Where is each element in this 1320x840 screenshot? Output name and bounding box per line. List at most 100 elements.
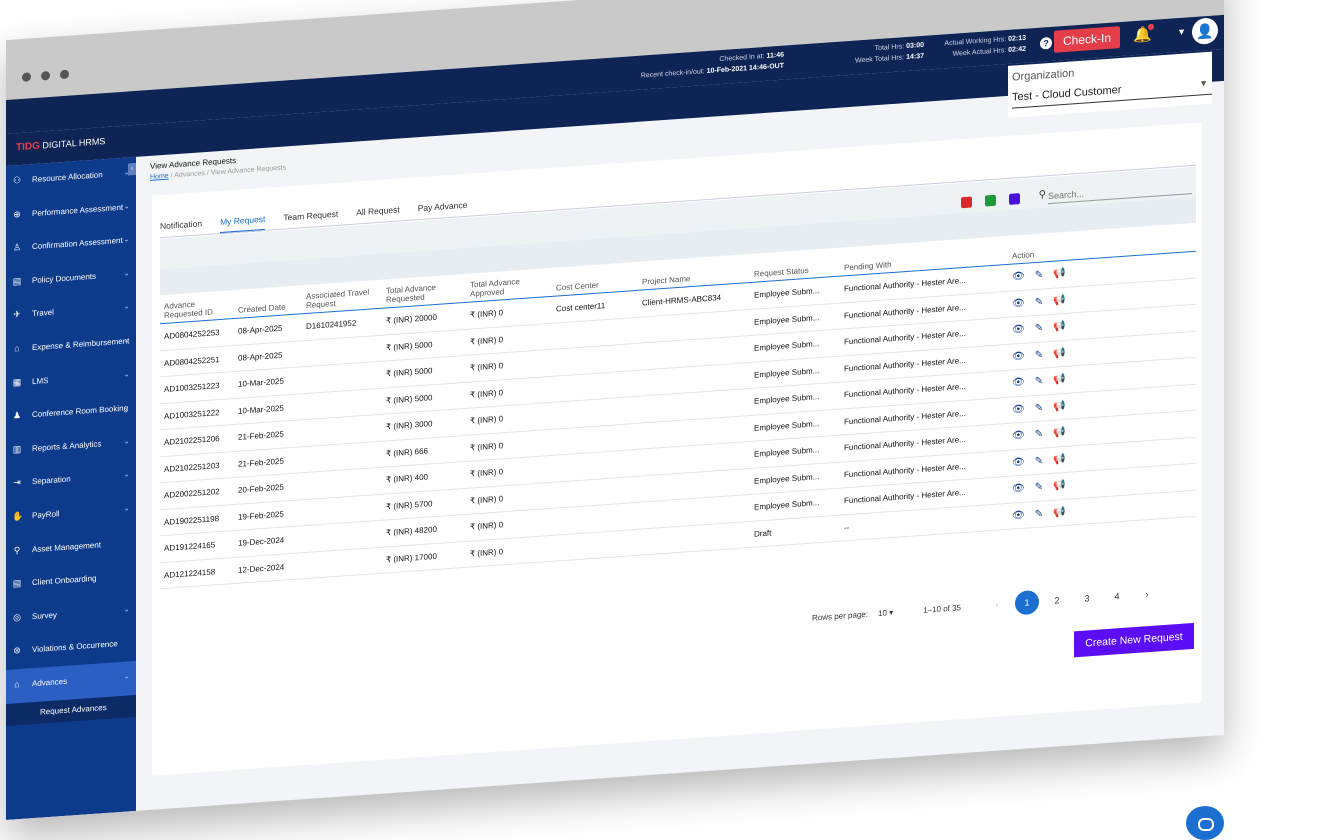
breadcrumb-advances[interactable]: Advances xyxy=(174,170,205,179)
announce-icon[interactable]: 📢 xyxy=(1053,268,1065,280)
edit-icon[interactable]: ✎ xyxy=(1035,455,1043,467)
avatar[interactable]: 👤 xyxy=(1192,17,1218,46)
window-dot[interactable] xyxy=(60,69,69,80)
edit-icon[interactable]: ✎ xyxy=(1035,349,1043,361)
chat-bubble-icon xyxy=(1198,818,1214,831)
prev-page-icon[interactable]: ‹ xyxy=(985,592,1009,618)
actual-hours-info: Actual Working Hrs: 02:13 Week Actual Hr… xyxy=(944,33,1026,61)
browser-window: Checked In at: 11:46 Recent check-in/out… xyxy=(6,0,1224,820)
next-page-icon[interactable]: › xyxy=(1135,581,1159,607)
view-icon[interactable]: 👁 xyxy=(1012,510,1025,522)
reports-icon: ▥ xyxy=(12,443,22,455)
page-range: 1–10 of 35 xyxy=(923,602,961,615)
chevron-down-icon: ⌄ xyxy=(123,503,130,513)
chevron-down-icon: ⌄ xyxy=(123,469,130,480)
announce-icon[interactable]: 📢 xyxy=(1053,374,1065,386)
window-dot[interactable] xyxy=(22,72,31,82)
chat-icon[interactable] xyxy=(1186,806,1224,840)
search-icon: ⚲ xyxy=(1038,189,1046,201)
view-icon[interactable]: 👁 xyxy=(1012,298,1025,310)
create-new-request-button[interactable]: Create New Request xyxy=(1074,622,1194,658)
chevron-down-icon: ▾ xyxy=(889,607,894,617)
client-icon: ▤ xyxy=(12,578,22,589)
sidebar: ⚇ Resource Allocation ⌄ ⊕ Performance Asses… xyxy=(6,156,136,820)
view-icon[interactable]: 👁 xyxy=(1012,271,1025,283)
view-icon[interactable]: 👁 xyxy=(1012,430,1025,442)
cell-total-requested: ₹ (INR) 17000 xyxy=(382,540,466,574)
edit-icon[interactable]: ✎ xyxy=(1035,429,1043,441)
recent-checkin-label: Recent check-in/out: xyxy=(640,68,705,80)
asset-icon: ⚲ xyxy=(13,544,21,555)
breadcrumb-separator: / xyxy=(206,169,209,177)
view-icon[interactable]: 👁 xyxy=(1012,324,1025,336)
checked-in-value: 11:46 xyxy=(766,51,784,60)
view-icon[interactable]: 👁 xyxy=(1012,483,1025,495)
edit-icon[interactable]: ✎ xyxy=(1035,482,1043,494)
sidebar-item-label: Client Onboarding xyxy=(32,573,97,588)
view-icon[interactable]: 👁 xyxy=(1012,457,1025,469)
survey-icon: ◎ xyxy=(13,611,21,623)
actual-hrs-label: Actual Working Hrs: xyxy=(944,36,1007,48)
view-icon[interactable]: 👁 xyxy=(1012,377,1025,389)
page-button-3[interactable]: 3 xyxy=(1075,586,1099,612)
excel-export-icon[interactable] xyxy=(985,194,996,207)
announce-icon[interactable]: 📢 xyxy=(1053,348,1065,360)
rows-per-page-value: 10 xyxy=(878,607,887,618)
edit-icon[interactable]: ✎ xyxy=(1035,270,1043,282)
announce-icon[interactable]: 📢 xyxy=(1053,480,1065,492)
chevron-down-icon: ⌄ xyxy=(123,335,130,345)
hours-info: Total Hrs: 03:00 Week Total Hrs: 14:37 xyxy=(855,40,924,67)
announce-icon[interactable]: 📢 xyxy=(1053,295,1065,307)
total-hrs-label: Total Hrs: xyxy=(874,43,905,53)
week-total-value: 14:37 xyxy=(906,52,924,62)
chevron-down-icon[interactable]: ▼ xyxy=(1177,26,1186,37)
resource-icon: ⚇ xyxy=(12,174,22,186)
sidebar-item-label: Asset Management xyxy=(32,539,101,554)
cell-total-approved: ₹ (INR) 0 xyxy=(466,534,552,568)
collapse-sidebar-icon[interactable]: ‹ xyxy=(128,162,136,176)
row-actions: 👁 ✎ 📢 xyxy=(1012,498,1192,522)
edit-icon[interactable]: ✎ xyxy=(1035,508,1043,520)
app-name: DIGITAL HRMS xyxy=(42,136,106,151)
pdf-export-icon[interactable] xyxy=(961,196,972,209)
columns-icon[interactable] xyxy=(1009,193,1020,205)
chevron-down-icon: ⌄ xyxy=(123,671,130,681)
checkin-info: Checked In at: 11:46 Recent check-in/out… xyxy=(641,50,784,82)
edit-icon[interactable]: ✎ xyxy=(1035,402,1043,414)
view-icon[interactable]: 👁 xyxy=(1012,351,1025,363)
announce-icon[interactable]: 📢 xyxy=(1053,321,1065,333)
window-controls xyxy=(22,69,69,82)
organization-label: Organization xyxy=(1012,67,1075,84)
sidebar-item-label: Performance Assessment xyxy=(32,202,124,218)
announce-icon[interactable]: 📢 xyxy=(1053,454,1065,466)
window-dot[interactable] xyxy=(41,70,50,81)
cell-travel-request xyxy=(302,546,382,579)
sidebar-item-label: PayRoll xyxy=(32,509,60,521)
performance-icon: ⊕ xyxy=(13,208,21,220)
rows-per-page-label: Rows per page: xyxy=(812,609,869,623)
sidebar-item-label: Separation xyxy=(32,474,71,487)
page-button-1[interactable]: 1 xyxy=(1015,589,1039,616)
chevron-down-icon: ⌄ xyxy=(123,200,130,211)
edit-icon[interactable]: ✎ xyxy=(1035,376,1043,388)
rows-per-page-select[interactable]: 10 ▾ xyxy=(878,607,893,617)
chevron-down-icon: ⌄ xyxy=(123,368,130,379)
chevron-down-icon: ⌄ xyxy=(123,234,130,244)
page-button-2[interactable]: 2 xyxy=(1045,588,1069,614)
announce-icon[interactable]: 📢 xyxy=(1053,427,1065,439)
page-button-4[interactable]: 4 xyxy=(1105,583,1129,609)
edit-icon[interactable]: ✎ xyxy=(1035,323,1043,335)
announce-icon[interactable]: 📢 xyxy=(1053,507,1065,519)
breadcrumb-home-link[interactable]: Home xyxy=(150,173,169,181)
document-icon: ▤ xyxy=(12,275,22,287)
view-icon[interactable]: 👁 xyxy=(1012,404,1025,416)
chevron-down-icon: ⌄ xyxy=(123,268,130,278)
announce-icon[interactable]: 📢 xyxy=(1053,401,1065,413)
check-in-button[interactable]: Check-In xyxy=(1053,26,1120,53)
separation-icon: ⇥ xyxy=(13,477,21,488)
notification-badge xyxy=(1148,23,1154,31)
logo-mark: TIDG xyxy=(16,140,40,154)
sidebar-item-label: Travel xyxy=(32,308,54,319)
edit-icon[interactable]: ✎ xyxy=(1035,296,1043,308)
help-icon[interactable]: ? xyxy=(1040,36,1052,50)
